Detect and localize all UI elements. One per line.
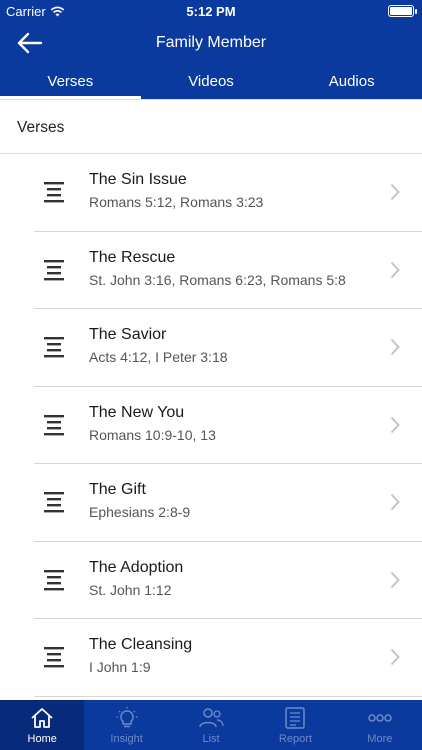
tabbar-item-report[interactable]: Report (253, 700, 337, 750)
report-icon (285, 707, 306, 729)
tabbar-item-more[interactable]: More (338, 700, 422, 750)
tabbar-label: Home (27, 733, 57, 745)
list-item[interactable]: The Adoption St. John 1:12 (0, 542, 422, 620)
tab-audios[interactable]: Audios (281, 64, 422, 99)
clock: 5:12 PM (186, 4, 236, 19)
people-icon (199, 708, 224, 728)
text-lines-icon (44, 647, 64, 668)
navigation-bar: Family Member (0, 22, 422, 64)
tabbar-label: Report (278, 733, 312, 745)
list-item-refs: St. John 1:12 (89, 581, 172, 598)
chevron-right-icon (390, 183, 400, 201)
list-item-title: The Gift (89, 481, 146, 498)
list-item-title: The Adoption (89, 558, 184, 576)
tab-videos[interactable]: Videos (141, 64, 282, 99)
tabbar-item-list[interactable]: List (169, 700, 253, 750)
verse-list: The Sin Issue Romans 5:12, Romans 3:23 T… (0, 154, 422, 697)
text-lines-icon (44, 492, 64, 513)
list-item[interactable]: The Rescue St. John 3:16, Romans 6:23, R… (0, 232, 422, 310)
list-item-refs: St. John 3:16, Romans 6:23, Romans 5:8 (89, 271, 346, 288)
text-lines-icon (44, 569, 64, 590)
section-title: Verses (17, 119, 65, 136)
list-item-title: The New You (89, 403, 185, 421)
chevron-right-icon (390, 571, 400, 588)
list-item-title: The Sin Issue (89, 171, 187, 188)
page-title: Family Member (155, 34, 267, 51)
tabbar-item-insight[interactable]: Insight (84, 700, 168, 750)
chevron-right-icon (390, 493, 400, 511)
tab-verses[interactable]: Verses (0, 64, 141, 99)
list-item-title: The Savior (89, 326, 167, 343)
segment-tabs: Verses Videos Audios (0, 64, 422, 99)
text-lines-icon (44, 337, 64, 358)
list-item-title: The Cleansing (89, 636, 193, 653)
section-header: Verses (0, 99, 422, 154)
status-bar: Carrier 5:12 PM (0, 0, 422, 22)
text-lines-icon (44, 414, 64, 435)
list-item-refs: Acts 4:12, I Peter 3:18 (89, 349, 228, 365)
bottom-tab-bar: Home Insight List Report More (0, 700, 422, 750)
list-item-refs: Ephesians 2:8-9 (89, 504, 191, 520)
chevron-right-icon (390, 648, 400, 666)
list-item-refs: Romans 5:12, Romans 3:23 (89, 194, 264, 210)
list-item-refs: Romans 10:9-10, 13 (89, 426, 216, 443)
more-icon (368, 714, 392, 722)
text-lines-icon (44, 182, 64, 203)
home-icon (31, 708, 53, 728)
list-item-title: The Rescue (89, 248, 176, 266)
tabbar-label: List (202, 733, 220, 745)
list-item-refs: I John 1:9 (89, 659, 151, 675)
text-lines-icon (44, 259, 64, 280)
list-item[interactable]: The Savior Acts 4:12, I Peter 3:18 (0, 309, 422, 387)
list-item[interactable]: The New You Romans 10:9-10, 13 (0, 387, 422, 465)
tabbar-item-home[interactable]: Home (0, 700, 85, 750)
chevron-right-icon (390, 416, 400, 433)
battery-icon (388, 5, 417, 17)
chevron-right-icon (390, 338, 400, 356)
chevron-right-icon (390, 261, 400, 278)
list-item[interactable]: The Sin Issue Romans 5:12, Romans 3:23 (0, 154, 422, 232)
tabbar-label: Insight (110, 733, 143, 745)
list-item[interactable]: The Gift Ephesians 2:8-9 (0, 464, 422, 542)
lightbulb-icon (116, 707, 138, 728)
list-item[interactable]: The Cleansing I John 1:9 (0, 619, 422, 697)
tabbar-label: More (367, 733, 393, 745)
